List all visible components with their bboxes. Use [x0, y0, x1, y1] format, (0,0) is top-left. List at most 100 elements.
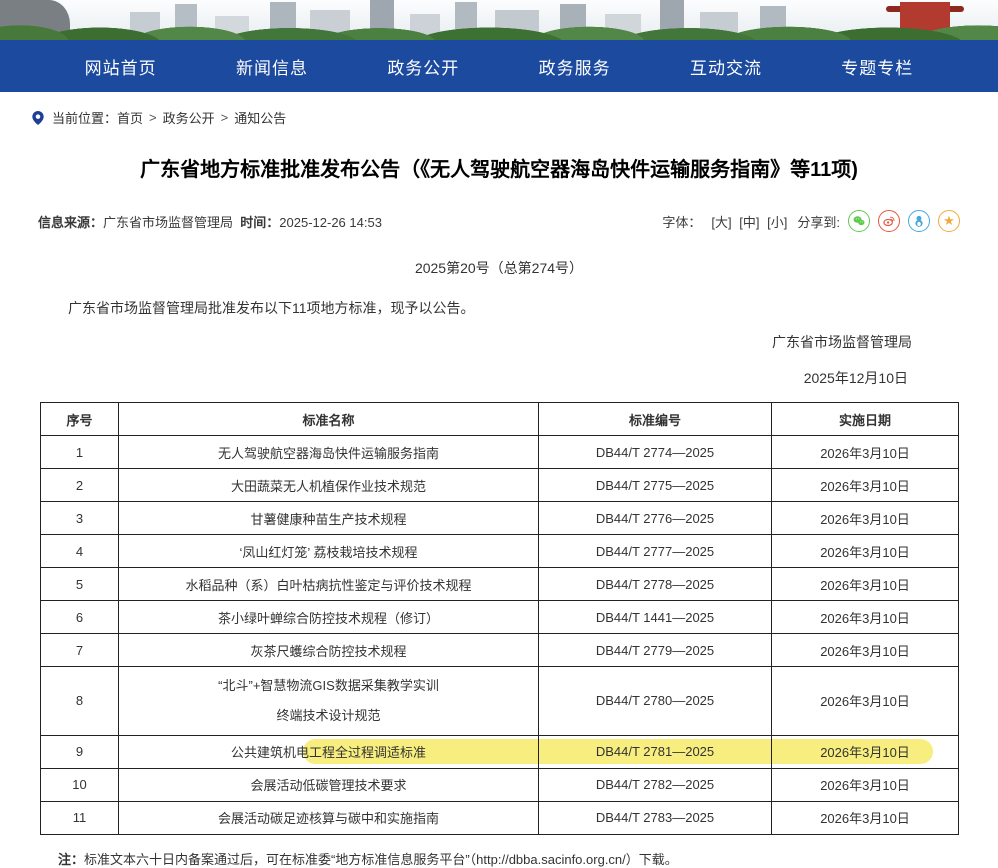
page-title: 广东省地方标准批准发布公告（《无人驾驶航空器海岛快件运输服务指南》等11项): [0, 153, 998, 182]
standards-table: 序号 标准名称 标准编号 实施日期 1 无人驾驶航空器海岛快件运输服务指南 DB…: [40, 402, 959, 835]
cell-standard-code: DB44/T 2781—2025: [539, 735, 772, 768]
cell-standard-code: DB44/T 2778—2025: [539, 568, 772, 601]
share-wechat-icon[interactable]: [848, 210, 870, 232]
cell-standard-code: DB44/T 2777—2025: [539, 535, 772, 568]
cell-no: 5: [41, 568, 119, 601]
table-row: 6 茶小绿叶蝉综合防控技术规程（修订） DB44/T 1441—2025 202…: [41, 601, 959, 634]
share-qq-icon[interactable]: [908, 210, 930, 232]
cell-no: 9: [41, 735, 119, 768]
announcement-body: 广东省市场监督管理局批准发布以下11项地方标准，现予以公告。: [40, 298, 958, 318]
cell-standard-name: 会展活动碳足迹核算与碳中和实施指南: [119, 801, 539, 834]
cell-standard-name: “北斗”+智慧物流GIS数据采集教学实训 终端技术设计规范: [119, 667, 539, 736]
cell-standard-name: 水稻品种（系）白叶枯病抗性鉴定与评价技术规程: [119, 568, 539, 601]
source-label: 信息来源：: [38, 215, 103, 230]
breadcrumb-gov-open[interactable]: 政务公开: [163, 108, 215, 127]
breadcrumb-label: 当前位置：: [52, 108, 117, 127]
share-qzone-icon[interactable]: ★: [938, 210, 960, 232]
cell-no: 11: [41, 801, 119, 834]
cell-standard-code: DB44/T 2774—2025: [539, 436, 772, 469]
table-row: 10 会展活动低碳管理技术要求 DB44/T 2782—2025 2026年3月…: [41, 768, 959, 801]
standards-table-wrapper: 序号 标准名称 标准编号 实施日期 1 无人驾驶航空器海岛快件运输服务指南 DB…: [40, 402, 958, 835]
cell-implement-date: 2026年3月10日: [772, 667, 959, 736]
standards-table-body: 1 无人驾驶航空器海岛快件运输服务指南 DB44/T 2774—2025 202…: [41, 436, 959, 835]
cell-implement-date: 2026年3月10日: [772, 801, 959, 834]
cell-implement-date: 2026年3月10日: [772, 568, 959, 601]
table-header-row: 序号 标准名称 标准编号 实施日期: [41, 403, 959, 436]
cell-standard-name: 会展活动低碳管理技术要求: [119, 768, 539, 801]
breadcrumb: 当前位置： 首页 > 政务公开 > 通知公告: [30, 108, 998, 127]
cell-no: 10: [41, 768, 119, 801]
nav-item-news[interactable]: 新闻信息: [236, 54, 308, 79]
table-row: 9 公共建筑机电工程全过程调适标准 DB44/T 2781—2025 2026年…: [41, 735, 959, 768]
share-weibo-icon[interactable]: [878, 210, 900, 232]
cell-standard-name: 茶小绿叶蝉综合防控技术规程（修订）: [119, 601, 539, 634]
cell-standard-name: 甘薯健康种苗生产技术规程: [119, 502, 539, 535]
time-label: 时间：: [240, 215, 279, 230]
nav-item-gov-service[interactable]: 政务服务: [539, 54, 611, 79]
font-size-label: 字体：: [662, 212, 701, 231]
time-value: 2025-12-26 14:53: [279, 215, 382, 230]
footer-note: 注：标准文本六十日内备案通过后，可在标准委“地方标准信息服务平台”（http:/…: [58, 849, 998, 868]
nav-item-special[interactable]: 专题专栏: [841, 54, 913, 79]
nav-item-gov-open[interactable]: 政务公开: [387, 54, 459, 79]
cell-implement-date: 2026年3月10日: [772, 601, 959, 634]
header-name: 标准名称: [119, 403, 539, 436]
cell-no: 4: [41, 535, 119, 568]
breadcrumb-separator: >: [221, 110, 229, 125]
nav-item-home[interactable]: 网站首页: [85, 54, 157, 79]
cell-implement-date: 2026年3月10日: [772, 469, 959, 502]
header-no: 序号: [41, 403, 119, 436]
cell-no: 1: [41, 436, 119, 469]
cell-implement-date: 2026年3月10日: [772, 768, 959, 801]
nav-item-interaction[interactable]: 互动交流: [690, 54, 762, 79]
issue-date: 2025年12月10日: [0, 368, 908, 388]
cell-no: 3: [41, 502, 119, 535]
cell-no: 7: [41, 634, 119, 667]
cell-standard-name: 无人驾驶航空器海岛快件运输服务指南: [119, 436, 539, 469]
meta-source-time: 信息来源：广东省市场监督管理局 时间：2025-12-26 14:53: [38, 212, 382, 231]
cell-no: 8: [41, 667, 119, 736]
banner-trees: [0, 24, 998, 40]
table-row: 2 大田蔬菜无人机植保作业技术规范 DB44/T 2775—2025 2026年…: [41, 469, 959, 502]
font-size-large[interactable]: [大]: [711, 215, 731, 230]
table-row: 5 水稻品种（系）白叶枯病抗性鉴定与评价技术规程 DB44/T 2778—202…: [41, 568, 959, 601]
table-row: 3 甘薯健康种苗生产技术规程 DB44/T 2776—2025 2026年3月1…: [41, 502, 959, 535]
table-row: 8 “北斗”+智慧物流GIS数据采集教学实训 终端技术设计规范 DB44/T 2…: [41, 667, 959, 736]
cell-no: 6: [41, 601, 119, 634]
source-value: 广东省市场监督管理局: [103, 215, 233, 230]
cell-standard-name: 大田蔬菜无人机植保作业技术规范: [119, 469, 539, 502]
main-nav: 网站首页 新闻信息 政务公开 政务服务 互动交流 专题专栏: [0, 40, 998, 92]
cell-standard-name: 灰茶尺蠖综合防控技术规程: [119, 634, 539, 667]
cell-standard-code: DB44/T 1441—2025: [539, 601, 772, 634]
cell-implement-date: 2026年3月10日: [772, 735, 959, 768]
meta-tools: 字体： [大] [中] [小] 分享到: ★: [662, 210, 960, 232]
note-label: 注：: [58, 852, 84, 867]
cell-implement-date: 2026年3月10日: [772, 502, 959, 535]
header-date: 实施日期: [772, 403, 959, 436]
share-label: 分享到:: [797, 212, 840, 231]
cell-standard-name: 公共建筑机电工程全过程调适标准: [119, 735, 539, 768]
cell-standard-code: DB44/T 2780—2025: [539, 667, 772, 736]
cell-implement-date: 2026年3月10日: [772, 436, 959, 469]
document-number: 2025第20号（总第274号）: [0, 258, 998, 278]
header-code: 标准编号: [539, 403, 772, 436]
issuer-name: 广东省市场监督管理局: [0, 332, 912, 352]
header-banner: [0, 0, 998, 40]
font-size-controls: [大] [中] [小]: [709, 212, 789, 231]
cell-standard-code: DB44/T 2783—2025: [539, 801, 772, 834]
table-row: 11 会展活动碳足迹核算与碳中和实施指南 DB44/T 2783—2025 20…: [41, 801, 959, 834]
font-size-medium[interactable]: [中]: [739, 215, 759, 230]
cell-standard-name: ‘凤山红灯笼’ 荔枝栽培技术规程: [119, 535, 539, 568]
breadcrumb-separator: >: [149, 110, 157, 125]
cell-standard-code: DB44/T 2776—2025: [539, 502, 772, 535]
location-pin-icon: [30, 110, 46, 126]
breadcrumb-home[interactable]: 首页: [117, 108, 143, 127]
table-row: 4 ‘凤山红灯笼’ 荔枝栽培技术规程 DB44/T 2777—2025 2026…: [41, 535, 959, 568]
font-size-small[interactable]: [小]: [767, 215, 787, 230]
cell-implement-date: 2026年3月10日: [772, 634, 959, 667]
cell-standard-code: DB44/T 2779—2025: [539, 634, 772, 667]
breadcrumb-notice[interactable]: 通知公告: [234, 108, 286, 127]
note-text: 标准文本六十日内备案通过后，可在标准委“地方标准信息服务平台”（http://d…: [84, 852, 678, 867]
cell-standard-code: DB44/T 2775—2025: [539, 469, 772, 502]
cell-standard-code: DB44/T 2782—2025: [539, 768, 772, 801]
